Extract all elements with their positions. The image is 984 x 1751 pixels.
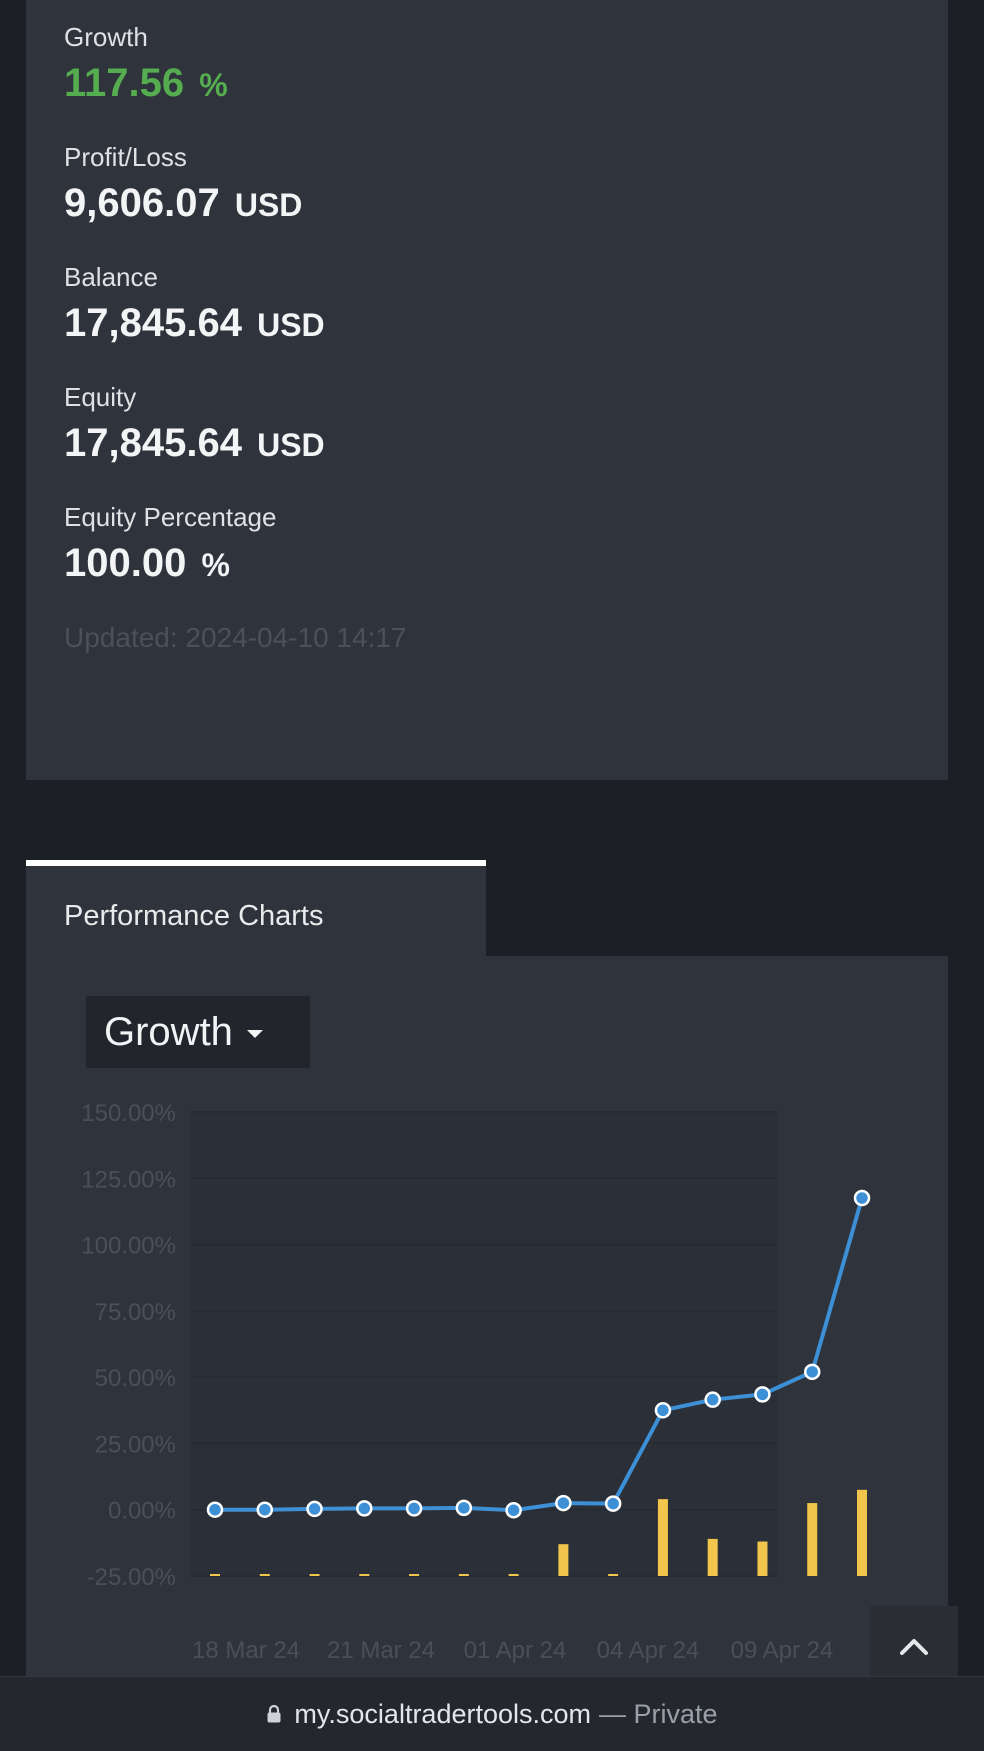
stat-number: 17,845.64 [64,421,242,465]
stat-equity-percentage: Equity Percentage 100.00 % [64,502,276,586]
volume-bar [657,1499,668,1576]
stat-balance: Balance 17,845.64 USD [64,262,325,346]
stat-label: Equity Percentage [64,502,277,532]
y-tick-label: 100.00% [81,1233,176,1260]
growth-point [803,1363,821,1381]
growth-point [505,1501,522,1519]
volume-bar [707,1538,718,1576]
stat-number: 9,606.07 [64,181,220,225]
volume-bar [508,1574,519,1576]
stat-value: 117.56 % [64,61,228,106]
volume-bar [259,1574,270,1576]
stat-value: 100.00 % [64,541,276,586]
updated-timestamp: Updated: 2024-04-10 14:17 [64,622,407,653]
x-tick-label: 09 Apr 24 [731,1637,834,1664]
stat-value: 17,845.64 USD [64,421,325,466]
chevron-up-icon [900,1639,928,1655]
x-tick-label: 04 Apr 24 [597,1637,700,1664]
stat-label: Balance [64,262,158,292]
volume-bar [409,1574,420,1576]
volume-bar [857,1489,867,1576]
privacy-mode-label: — Private [599,1698,718,1729]
growth-point [455,1499,473,1517]
performance-chart-card: Growth 150.00% 125.00% 100.00% 75.00% 50.00%… [26,956,948,1676]
url-domain: my.socialtradertools.com [294,1698,592,1729]
growth-point [654,1402,672,1419]
stat-label: Growth [64,22,148,52]
stat-unit: USD [257,307,325,343]
volume-bar [608,1574,619,1576]
stat-number: 100.00 [64,541,187,585]
y-tick-label: 25.00% [95,1431,176,1458]
y-tick-label: 150.00% [81,1100,176,1127]
tab-label: Performance Charts [64,900,324,932]
growth-point [555,1494,572,1512]
stat-unit: % [199,67,228,103]
stat-equity: Equity 17,845.64 USD [64,382,325,466]
y-tick-label: 50.00% [95,1365,176,1392]
plot-area [190,1112,778,1576]
stat-number: 117.56 [64,61,185,105]
volume-bar [458,1574,469,1576]
stat-unit: USD [257,427,325,463]
x-tick-label: 21 Mar 24 [327,1637,435,1664]
growth-point [306,1500,323,1518]
y-tick-label: 75.00% [95,1299,176,1326]
browser-url-bar[interactable]: my.socialtradertools.com — Private [0,1676,984,1751]
stat-profit-loss: Profit/Loss 9,606.07 USD [64,142,302,226]
growth-point [604,1495,622,1512]
stat-label: Equity [64,382,137,412]
stat-value: 17,845.64 USD [64,301,325,346]
x-tick-label: 18 Mar 24 [192,1637,300,1664]
volume-bar [558,1544,569,1576]
y-tick-label: 0.00% [108,1498,176,1525]
stat-value: 9,606.07 USD [64,181,302,226]
growth-point [754,1386,771,1403]
y-tick-label: 125.00% [81,1166,176,1193]
volume-bar [807,1503,818,1576]
growth-chart: 150.00% 125.00% 100.00% 75.00% 50.00% 25.00% 0… [81,1100,871,1664]
growth-point [704,1391,721,1408]
stat-unit: % [201,547,230,583]
account-stats-card: Growth 117.56 % Profit/Loss 9,606.07 USD… [26,0,948,780]
volume-bar [359,1574,370,1576]
volume-bar [309,1574,320,1576]
lock-icon [266,1704,282,1724]
tab-performance-charts[interactable]: Performance Charts [26,860,486,956]
stat-unit: USD [234,187,303,223]
volume-bar [210,1574,220,1576]
stat-growth: Growth 117.56 % [64,22,228,106]
x-tick-label: 01 Apr 24 [464,1637,567,1664]
stat-number: 17,845.64 [64,301,242,345]
scroll-to-top-button[interactable] [870,1606,958,1686]
stat-label: Profit/Loss [64,142,187,172]
growth-point [206,1501,224,1518]
growth-point [405,1500,423,1517]
volume-bar [757,1541,768,1576]
y-tick-label: -25.00% [87,1564,176,1591]
growth-point [853,1189,871,1207]
growth-point [256,1501,274,1518]
growth-point [356,1500,373,1517]
